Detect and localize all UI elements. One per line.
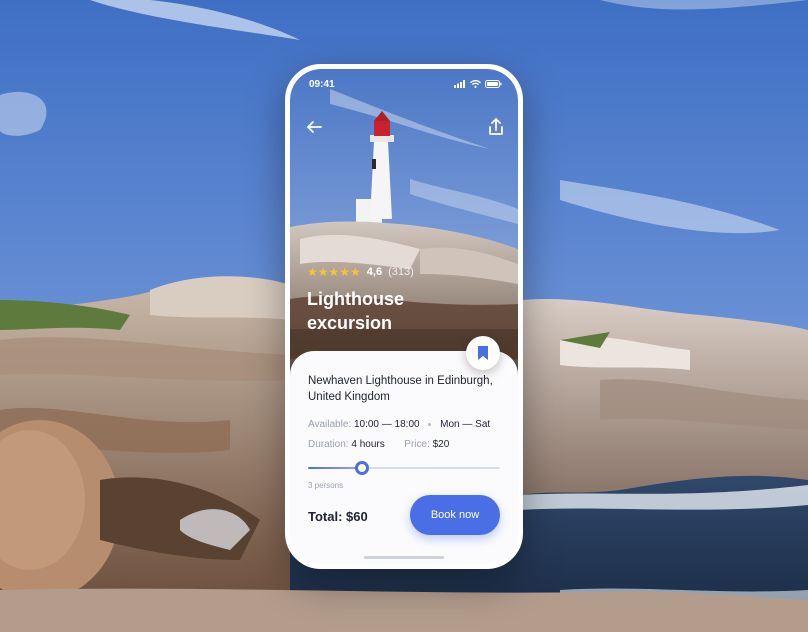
phone-mockup: 09:41 ★★★★★ 4,6 (313) Lighthouse excursi… (285, 64, 523, 569)
slider-fill (308, 467, 362, 469)
duration-price-row: Duration: 4 hours Price: $20 (308, 439, 449, 450)
place-name: Newhaven Lighthouse in Edinburgh, United… (308, 375, 493, 403)
persons-count: 3 persons (308, 481, 344, 490)
total-price: Total: $60 (308, 509, 368, 524)
availability-row: Available: 10:00 — 18:00 Mon — Sat (308, 419, 490, 430)
share-icon (489, 118, 503, 135)
bookmark-button[interactable] (466, 336, 500, 370)
back-button[interactable] (302, 115, 326, 139)
rating: ★★★★★ 4,6 (313) (307, 265, 414, 279)
star-icon: ★★★★★ (307, 265, 361, 279)
status-time: 09:41 (309, 79, 335, 90)
bookmark-icon (478, 346, 488, 360)
duration-value: 4 hours (351, 439, 385, 450)
price-value: $20 (432, 439, 450, 450)
details-card: Newhaven Lighthouse in Edinburgh, United… (290, 351, 518, 564)
book-now-button[interactable]: Book now (410, 495, 500, 535)
rating-score: 4,6 (366, 266, 383, 278)
persons-slider[interactable] (308, 461, 500, 475)
available-label: Available: (308, 419, 352, 430)
signal-icon (454, 80, 465, 88)
available-days: Mon — Sat (440, 419, 491, 430)
status-icons (454, 80, 502, 88)
excursion-title: Lighthouse excursion (307, 289, 404, 333)
home-indicator (364, 556, 444, 559)
available-time: 10:00 — 18:00 (353, 419, 420, 430)
rating-count: (313) (388, 266, 414, 278)
battery-icon (485, 80, 502, 88)
separator-dot (428, 422, 432, 426)
back-arrow-icon (307, 121, 322, 133)
wifi-icon (470, 80, 481, 88)
duration-label: Duration: (308, 439, 349, 450)
share-button[interactable] (484, 115, 508, 139)
slider-thumb[interactable] (354, 461, 369, 475)
price-label: Price: (404, 439, 430, 450)
status-bar: 09:41 (290, 79, 518, 95)
